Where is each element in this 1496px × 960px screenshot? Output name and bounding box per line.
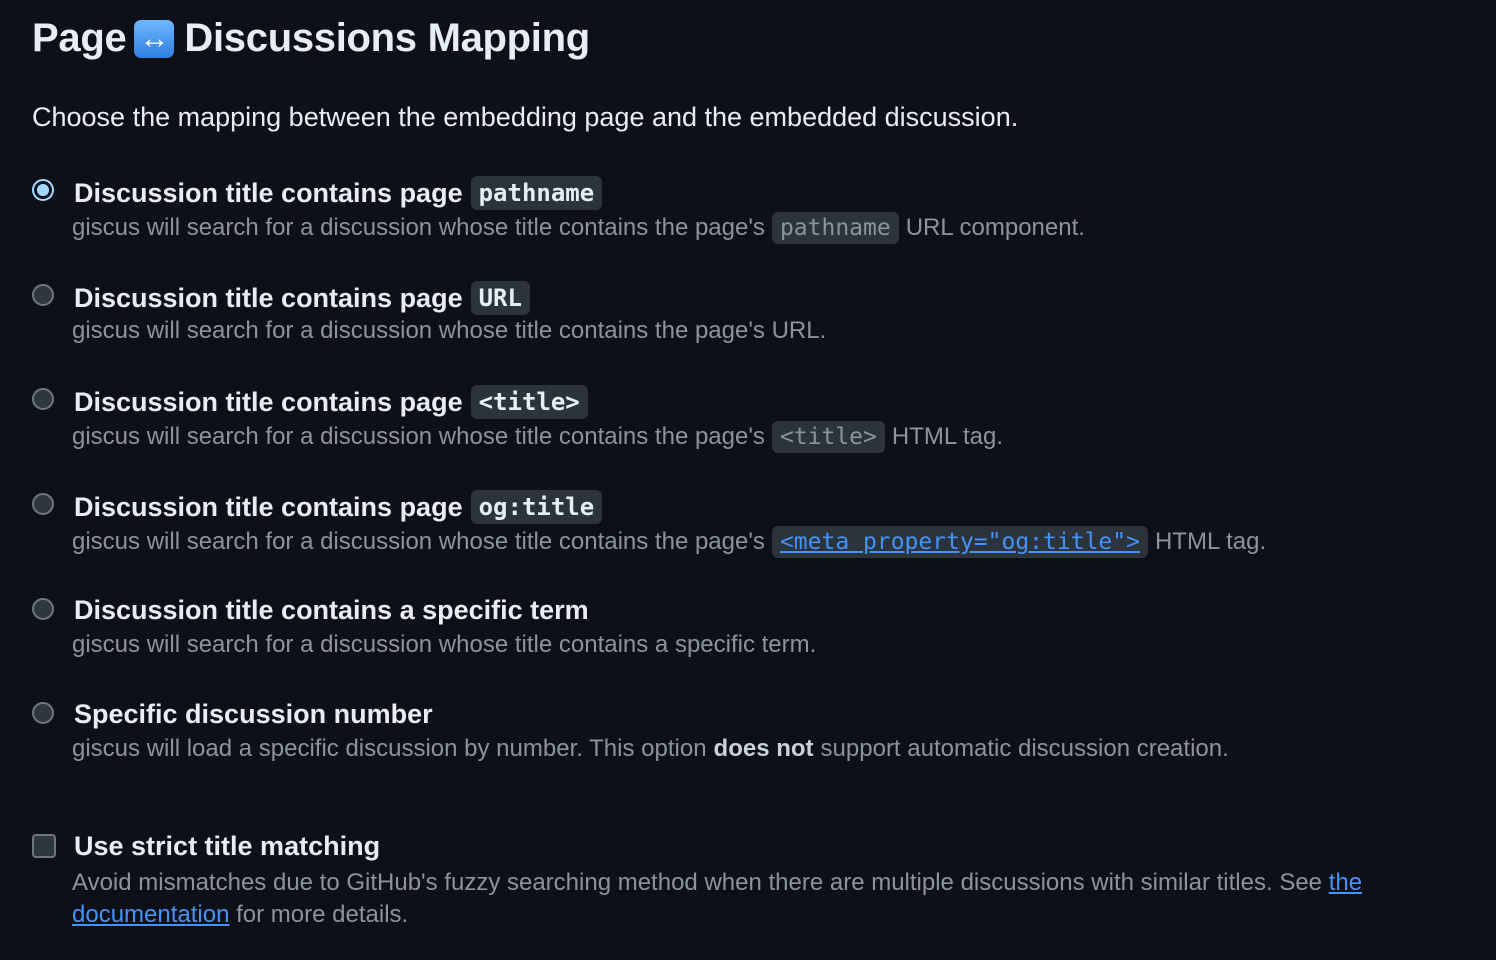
option-label[interactable]: Discussion title contains page og:title [74,490,603,524]
option-description: giscus will search for a discussion whos… [72,212,1085,244]
option-label[interactable]: Discussion title contains page URL [74,281,530,315]
option-description: giscus will search for a discussion whos… [72,421,1003,453]
section-title: Page ↔ Discussions Mapping [32,16,590,61]
left-right-arrow-icon: ↔ [134,19,175,58]
strict-label[interactable]: Use strict title matching [74,831,380,862]
strict-label-text: Use strict title matching [74,831,381,861]
option-label-text: Discussion title contains a specific ter… [74,595,589,625]
desc-text: giscus will search for a discussion whos… [72,631,817,658]
option-description: giscus will load a specific discussion b… [72,735,1229,763]
desc-text: giscus will search for a discussion whos… [72,317,827,344]
option-description: giscus will search for a discussion whos… [72,317,826,345]
title-left: Page [32,16,127,60]
radio-specific-term[interactable] [32,598,54,620]
radio-pathname[interactable] [32,179,54,201]
strict-matching-checkbox[interactable] [32,834,56,858]
option-code: og:title [470,490,603,524]
desc-text: giscus will search for a discussion whos… [72,423,765,450]
strict-desc-text: Avoid mismatches due to GitHub's fuzzy s… [72,869,1329,896]
radio-title[interactable] [32,388,54,410]
desc-code: pathname [771,212,899,244]
title-right: Discussions Mapping [184,16,590,60]
desc-text: giscus will search for a discussion whos… [72,528,765,555]
desc-text: giscus will load a specific discussion b… [72,735,707,762]
option-label[interactable]: Discussion title contains page pathname [74,176,603,210]
option-label-text: Discussion title contains page [74,386,463,417]
option-label[interactable]: Discussion title contains a specific ter… [74,595,589,626]
option-code: <title> [470,385,588,419]
option-label-text: Discussion title contains page [74,177,463,208]
strict-desc-text-after: for more details. [229,901,409,928]
desc-text: giscus will search for a discussion whos… [72,214,765,241]
desc-text-after: HTML tag. [1154,528,1267,555]
desc-code: <title> [771,421,885,453]
option-label-text: Discussion title contains page [74,282,463,313]
option-description: giscus will search for a discussion whos… [72,631,816,659]
og-title-meta-link[interactable]: <meta property="og:title"> [771,526,1148,558]
radio-url[interactable] [32,284,54,306]
option-code: URL [470,281,530,315]
option-code: pathname [470,176,603,210]
radio-og-title[interactable] [32,493,54,515]
option-label-text: Discussion title contains page [74,491,463,522]
option-label-text: Specific discussion number [74,699,433,729]
desc-text-after: HTML tag. [891,423,1004,450]
strict-description: Avoid mismatches due to GitHub's fuzzy s… [72,867,1462,931]
desc-text-after: URL component. [905,214,1085,241]
option-label[interactable]: Discussion title contains page <title> [74,385,588,419]
desc-strong: does not [713,735,814,762]
radio-specific-number[interactable] [32,702,54,724]
desc-text-after: support automatic discussion creation. [820,735,1229,762]
section-intro: Choose the mapping between the embedding… [32,102,1019,132]
option-description: giscus will search for a discussion whos… [72,526,1266,558]
option-label[interactable]: Specific discussion number [74,699,433,730]
